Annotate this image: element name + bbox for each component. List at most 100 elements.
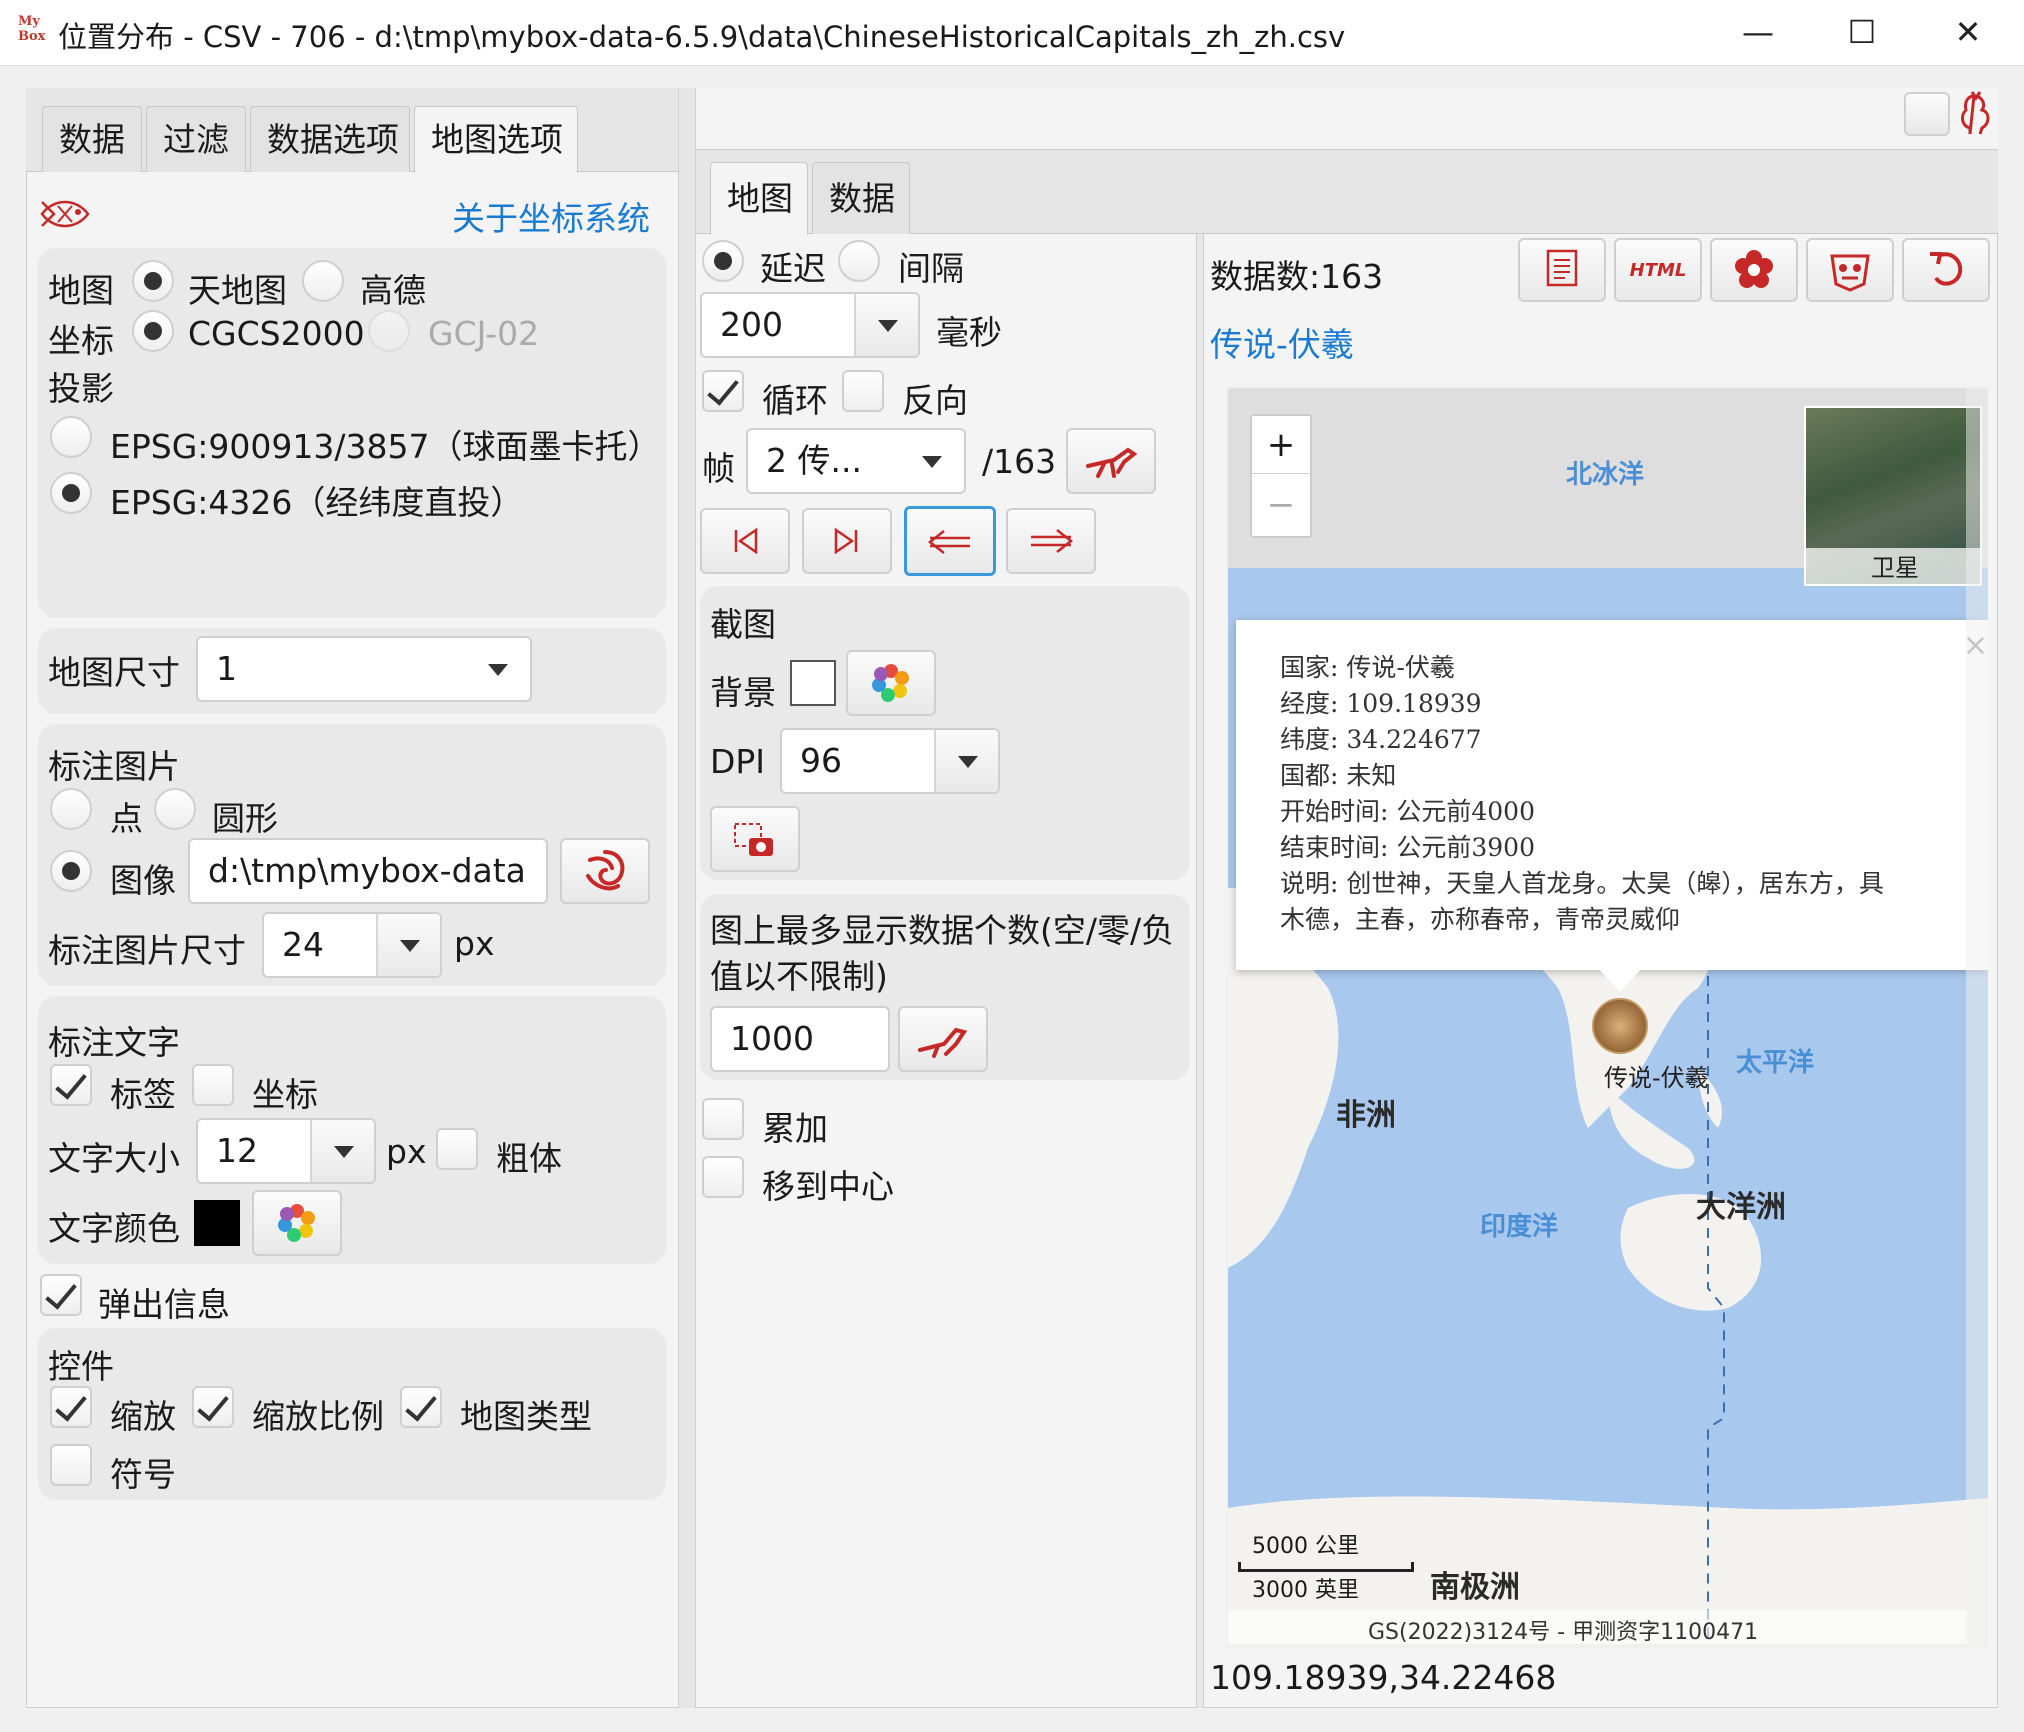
projection-label: 投影 — [48, 369, 114, 408]
rooster-icon[interactable] — [1956, 90, 1992, 138]
maximize-button[interactable]: ☐ — [1832, 8, 1892, 56]
right-toolbar — [696, 88, 1998, 150]
next-frame-button[interactable] — [1006, 508, 1096, 574]
html-button[interactable]: HTML — [1614, 238, 1702, 302]
bg-color-swatch[interactable] — [790, 660, 836, 706]
map-vertical-scrollbar[interactable] — [1966, 388, 1988, 1644]
flower-icon — [1735, 250, 1773, 288]
text-size-label: 文字大小 — [48, 1139, 180, 1178]
window-title: 位置分布 - CSV - 706 - d:\tmp\mybox-data-6.5… — [58, 20, 1346, 54]
text-color-swatch[interactable] — [194, 1200, 240, 1246]
popup-latitude: 纬度: 34.224677 — [1280, 725, 1482, 754]
popup-checkbox[interactable] — [40, 1274, 82, 1316]
marker-image-radio[interactable] — [50, 850, 92, 892]
ctrl-maptype-checkbox[interactable] — [400, 1386, 442, 1428]
apply-max-button[interactable] — [898, 1006, 988, 1072]
minimize-button[interactable]: — — [1728, 8, 1788, 56]
tab-filter[interactable]: 过滤 — [146, 106, 246, 172]
satellite-toggle[interactable]: 卫星 — [1804, 406, 1982, 586]
about-coords-link[interactable]: 关于坐标系统 — [452, 192, 650, 240]
select-image-button[interactable] — [560, 838, 650, 904]
first-frame-button[interactable] — [700, 508, 790, 574]
text-coord-label: 坐标 — [252, 1075, 318, 1114]
move-center-checkbox[interactable] — [702, 1156, 744, 1198]
text-coord-checkbox[interactable] — [192, 1064, 234, 1106]
bold-label: 粗体 — [496, 1139, 562, 1178]
mask-icon — [1830, 254, 1870, 292]
text-label-label: 标签 — [110, 1075, 176, 1114]
marker-size-select[interactable]: 24 — [262, 912, 442, 978]
cgcs2000-radio[interactable] — [132, 310, 174, 352]
marker-image-path-field[interactable]: d:\tmp\mybox-data — [188, 838, 548, 904]
ctrl-zoom-checkbox[interactable] — [50, 1386, 92, 1428]
label-oceania: 大洋洲 — [1696, 1190, 1786, 1225]
marker-circle-radio[interactable] — [154, 788, 196, 830]
marker-size-unit: px — [454, 924, 495, 963]
tianditu-logo — [1244, 1610, 1344, 1644]
text-size-unit: px — [386, 1132, 427, 1171]
label-pacific-ocean: 太平洋 — [1736, 1048, 1815, 1078]
info-button[interactable] — [1518, 238, 1606, 302]
dpi-value: 96 — [800, 741, 842, 780]
marker-image-title: 标注图片 — [48, 747, 180, 786]
skip-first-icon — [734, 527, 758, 555]
zoom-in-button[interactable]: + — [1252, 416, 1310, 474]
tab-map-options[interactable]: 地图选项 — [414, 106, 578, 173]
snapshot-title: 截图 — [710, 605, 776, 644]
capital-marker[interactable] — [1592, 998, 1648, 1054]
tab-data[interactable]: 数据 — [42, 106, 142, 172]
goto-frame-button[interactable] — [1066, 428, 1156, 494]
ctrl-scale-checkbox[interactable] — [192, 1386, 234, 1428]
epsg3857-radio[interactable] — [50, 416, 92, 458]
interval-radio[interactable] — [838, 240, 880, 282]
prev-frame-button[interactable] — [904, 506, 996, 576]
max-display-field[interactable]: 1000 — [710, 1006, 890, 1072]
text-label-checkbox[interactable] — [50, 1064, 92, 1106]
tianditu-radio[interactable] — [132, 260, 174, 302]
accumulate-label: 累加 — [762, 1109, 828, 1148]
panel-toggle-button[interactable] — [1904, 92, 1950, 136]
document-icon — [1546, 249, 1578, 287]
delay-radio[interactable] — [702, 240, 744, 282]
reverse-checkbox[interactable] — [842, 370, 884, 412]
refresh-button[interactable] — [1902, 238, 1990, 302]
text-size-select[interactable]: 12 — [196, 1118, 376, 1184]
current-title-link[interactable]: 传说-伏羲 — [1210, 318, 1354, 366]
frame-label: 帧 — [702, 449, 735, 488]
split-divider[interactable] — [678, 88, 696, 1708]
label-indian-ocean: 印度洋 — [1480, 1212, 1559, 1242]
dpi-select[interactable]: 96 — [780, 728, 1000, 794]
split-divider-2[interactable] — [1196, 234, 1204, 1708]
ctrl-symbol-checkbox[interactable] — [50, 1444, 92, 1486]
popup-longitude: 经度: 109.18939 — [1280, 689, 1482, 718]
map-view[interactable]: 北冰洋 太平洋 印度洋 非洲 大洋洲 南极洲 + − 卫星 × 国家: 传说-伏… — [1228, 388, 1988, 1644]
tab-map[interactable]: 地图 — [710, 162, 808, 235]
tab-data-options[interactable]: 数据选项 — [250, 106, 410, 172]
chevron-down-icon — [466, 638, 530, 700]
loop-checkbox[interactable] — [702, 370, 744, 412]
marker-label: 传说-伏羲 — [1604, 1064, 1709, 1092]
gaode-radio[interactable] — [302, 260, 344, 302]
close-button[interactable]: ✕ — [1938, 8, 1998, 56]
snapshot-button[interactable] — [710, 806, 800, 872]
coord-label: 坐标 — [48, 321, 114, 360]
frame-value: 2 传... — [766, 441, 862, 480]
delay-select[interactable]: 200 — [700, 292, 920, 358]
flower-button[interactable] — [1710, 238, 1798, 302]
fish-icon[interactable] — [38, 192, 94, 236]
tab-table-data[interactable]: 数据 — [812, 162, 910, 234]
map-size-select[interactable]: 1 — [196, 636, 532, 702]
bold-checkbox[interactable] — [436, 1128, 478, 1170]
marker-point-radio[interactable] — [50, 788, 92, 830]
last-frame-button[interactable] — [802, 508, 892, 574]
chevron-down-icon — [310, 1120, 374, 1182]
bg-color-button[interactable] — [846, 650, 936, 716]
marker-circle-label: 圆形 — [212, 799, 278, 838]
text-color-button[interactable] — [252, 1190, 342, 1256]
zoom-out-button[interactable]: − — [1252, 476, 1310, 534]
label-africa: 非洲 — [1336, 1098, 1396, 1133]
accumulate-checkbox[interactable] — [702, 1098, 744, 1140]
frame-select[interactable]: 2 传... — [746, 428, 966, 494]
mask-button[interactable] — [1806, 238, 1894, 302]
epsg4326-radio[interactable] — [50, 472, 92, 514]
